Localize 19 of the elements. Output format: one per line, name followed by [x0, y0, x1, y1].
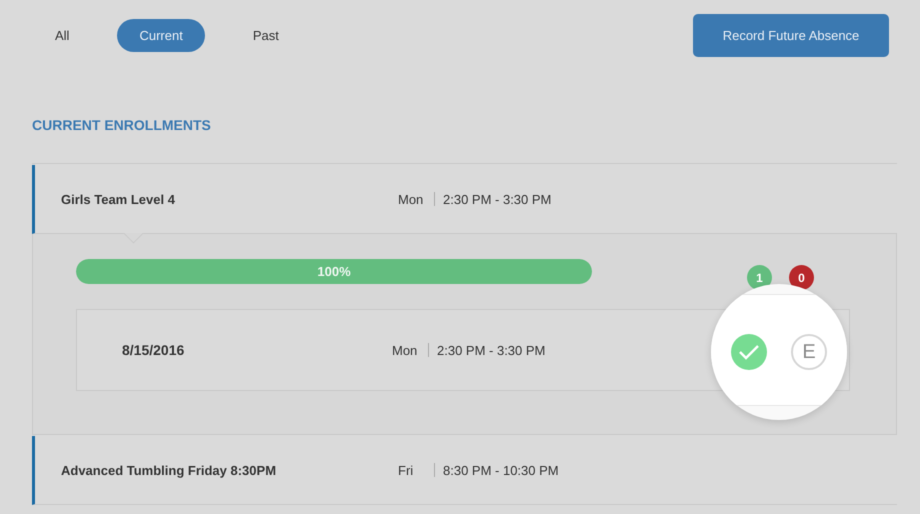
section-title: CURRENT ENROLLMENTS [32, 117, 212, 133]
class-time: 8:30 PM - 10:30 PM [443, 462, 559, 478]
checkmark-icon [738, 344, 760, 360]
count-badge: 1 [747, 265, 772, 290]
filter-tab[interactable]: Current [117, 19, 205, 52]
session-day: Mon [392, 342, 422, 358]
class-name: Advanced Tumbling Friday 8:30PM [60, 462, 278, 478]
enrollment-row[interactable]: Advanced Tumbling Friday 8:30PM Fri 8:30 PM - 10:30 PM [32, 436, 897, 505]
class-day: Fri [398, 462, 428, 478]
record-absence-button[interactable]: Record Future Absence [693, 14, 889, 57]
filter-tab[interactable]: Past [230, 19, 301, 52]
session-date: 8/15/2016 [121, 342, 186, 358]
filter-tab[interactable]: All [33, 19, 92, 52]
class-name: Girls Team Level 4 [60, 192, 176, 206]
class-day: Mon [398, 192, 428, 206]
session-time: 2:30 PM - 3:30 PM [437, 342, 546, 358]
class-time: 2:30 PM - 3:30 PM [443, 192, 552, 206]
count-badge: 0 [789, 265, 814, 290]
progress-label: 100% [316, 263, 352, 281]
